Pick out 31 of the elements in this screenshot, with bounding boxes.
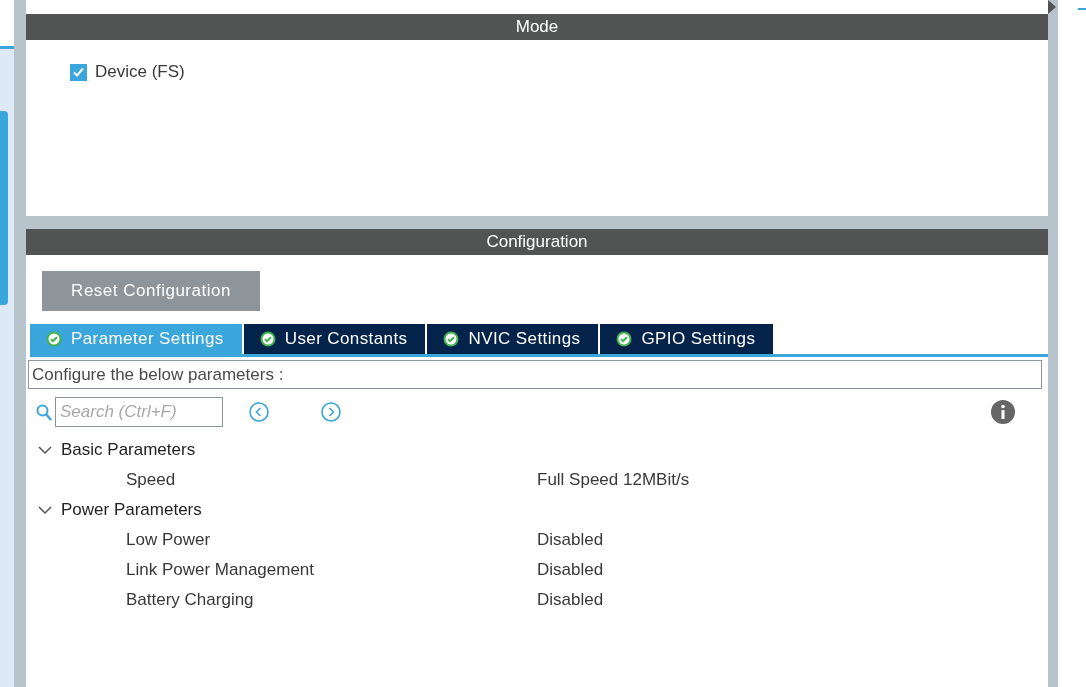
parameter-name: Battery Charging — [125, 590, 255, 610]
chevron-icon[interactable] — [38, 445, 52, 455]
tab[interactable]: NVIC Settings — [427, 324, 599, 354]
previous-button[interactable] — [249, 402, 269, 422]
section-header: Mode — [26, 14, 1048, 40]
check-circle-icon — [616, 331, 633, 347]
group-label: Power Parameters — [61, 500, 202, 520]
check-circle-icon — [46, 331, 62, 347]
checkbox-label: Device (FS) — [95, 62, 185, 82]
parameter-name: Speed — [125, 470, 177, 490]
parameter-value: Disabled — [537, 590, 604, 610]
parameter-name: Link Power Management — [125, 560, 316, 580]
search-field[interactable]: Search (Ctrl+F) — [55, 397, 223, 427]
tab[interactable]: GPIO Settings — [600, 324, 774, 354]
next-button[interactable] — [321, 402, 341, 422]
checkbox[interactable] — [70, 63, 87, 81]
group-label: Basic Parameters — [61, 440, 196, 460]
chevron-icon[interactable] — [38, 505, 52, 515]
scrollbar-thumb[interactable] — [0, 111, 8, 305]
parameter-value: Disabled — [537, 560, 604, 580]
parameter-value: Disabled — [537, 530, 604, 550]
section-header: Configuration — [26, 229, 1048, 255]
collapse-arrow-icon[interactable] — [1048, 0, 1058, 14]
check-circle-icon — [443, 331, 460, 347]
description-text: Configure the below parameters : — [28, 360, 1042, 389]
parameter-value: Full Speed 12MBit/s — [537, 470, 690, 490]
check-circle-icon — [259, 331, 276, 347]
search-icon — [36, 403, 52, 421]
info-icon[interactable] — [991, 400, 1015, 424]
parameter-name: Low Power — [125, 530, 212, 550]
tab[interactable]: User Constants — [243, 324, 426, 354]
